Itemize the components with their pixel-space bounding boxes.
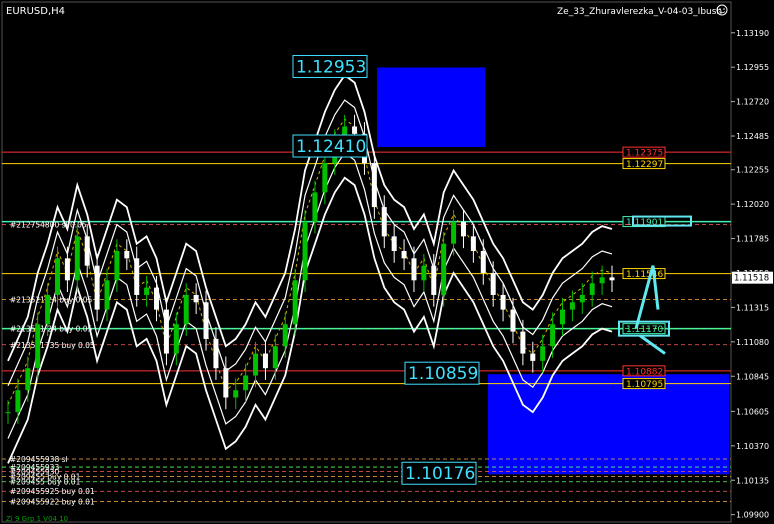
candle-body-1 — [15, 390, 21, 413]
level-tag-text-5: 1.10882 — [626, 367, 663, 377]
price-axis: 1.13190 1.12955 1.12720 1.12485 1.12255 1.120… — [731, 29, 773, 520]
price-chart[interactable]: 1.123751.122971.119011.115461.111701.108… — [0, 0, 774, 524]
candle-body-25 — [253, 353, 259, 376]
candle-body-43 — [431, 265, 437, 295]
candle-body-55 — [550, 324, 556, 347]
y-tick-label-1: 1.12955 — [736, 63, 769, 72]
candle-body-48 — [480, 251, 486, 273]
candle-body-46 — [460, 221, 466, 237]
candle-body-35 — [352, 126, 358, 134]
y-tick-label-0: 1.13190 — [736, 29, 769, 38]
y-tick-label-5: 1.12020 — [736, 200, 769, 209]
candle-body-51 — [510, 309, 516, 332]
candle-body-32 — [322, 163, 328, 193]
y-tick-label-13: 1.10135 — [736, 476, 769, 485]
candle-body-29 — [292, 280, 298, 325]
candle-body-3 — [35, 324, 41, 369]
y-tick-label-10: 1.10845 — [736, 372, 769, 381]
symbol-label: EURUSD,H4 — [6, 6, 65, 17]
order-label-8: #209455 buy 0.01 — [10, 478, 81, 487]
zone-1 — [488, 374, 729, 475]
candle-body-15 — [154, 287, 160, 310]
candle-body-24 — [243, 375, 249, 391]
candle-body-9 — [94, 265, 100, 310]
y-tick-label-2: 1.12720 — [736, 98, 769, 107]
big-label-text-2: 1.10859 — [408, 364, 478, 384]
candle-body-44 — [441, 243, 447, 295]
candle-body-21 — [213, 338, 219, 369]
candle-body-41 — [411, 258, 417, 281]
candle-body-17 — [173, 324, 179, 354]
candle-body-4 — [45, 294, 51, 325]
order-label-9: #209455925 buy 0.01 — [10, 487, 95, 496]
candle-body-49 — [490, 272, 496, 295]
y-tick-label-4: 1.12255 — [736, 166, 769, 175]
candle-body-22 — [223, 368, 229, 398]
level-tag-text-4: 1.11170 — [626, 325, 663, 335]
candle-body-16 — [163, 309, 169, 354]
y-tick-label-6: 1.11785 — [736, 235, 769, 244]
big-label-text-0: 1.12953 — [296, 57, 366, 77]
zone-0 — [377, 67, 485, 148]
candle-body-39 — [391, 236, 397, 252]
y-tick-label-3: 1.12485 — [736, 132, 769, 141]
candle-body-60 — [599, 277, 605, 284]
candle-body-40 — [401, 251, 407, 259]
y-tick-label-11: 1.10605 — [736, 407, 769, 416]
candle-body-37 — [371, 163, 377, 208]
candle-body-26 — [262, 353, 268, 369]
level-tag-text-6: 1.10795 — [626, 380, 663, 390]
y-tick-label-8: 1.11315 — [736, 303, 769, 312]
candle-body-45 — [451, 221, 457, 244]
candle-body-14 — [144, 287, 150, 295]
candle-body-27 — [272, 346, 278, 369]
candle-body-5 — [55, 258, 61, 295]
candle-body-23 — [233, 390, 239, 398]
candle-body-58 — [579, 294, 585, 303]
level-tag-text-1: 1.12297 — [626, 160, 663, 170]
candle-body-42 — [421, 265, 427, 281]
candle-body-7 — [74, 236, 80, 281]
candle-body-47 — [470, 236, 476, 252]
candle-body-53 — [530, 353, 536, 361]
candle-body-12 — [124, 251, 130, 259]
candle-body-11 — [114, 251, 120, 281]
candle-body-20 — [203, 302, 209, 339]
candle-body-50 — [500, 294, 506, 310]
candle-body-28 — [282, 324, 288, 347]
candle-body-10 — [104, 280, 110, 310]
order-label-0: #212754800 sl 0.05 — [10, 221, 87, 230]
big-label-text-1: 1.12410 — [296, 137, 366, 157]
order-label-3: #213521735 buy 0.05 — [10, 341, 95, 350]
candle-body-18 — [183, 294, 189, 325]
candle-body-52 — [520, 331, 526, 354]
candle-body-13 — [134, 258, 140, 295]
y-tick-label-9: 1.11080 — [736, 338, 769, 347]
candle-body-30 — [302, 221, 308, 281]
big-label-text-3: 1.10176 — [405, 464, 475, 484]
y-tick-label-14: 1.09900 — [736, 511, 769, 520]
candle-body-59 — [589, 283, 595, 295]
level-tag-text-0: 1.12375 — [626, 149, 663, 159]
candle-body-6 — [64, 258, 70, 281]
candle-body-2 — [25, 368, 31, 391]
candle-body-38 — [381, 207, 387, 237]
level-tag-text-3: 1.11546 — [626, 270, 663, 280]
current-price-text: 1.11518 — [734, 274, 769, 284]
candle-body-56 — [559, 309, 565, 325]
indicator-title: Ze_33_Zhuravlerezka_V-04-03_Ibush — [557, 7, 722, 17]
order-label-10: #209455922 buy 0.01 — [10, 497, 95, 506]
y-tick-label-12: 1.10370 — [736, 442, 769, 451]
candle-body-0 — [5, 412, 11, 414]
candle-body-61 — [609, 277, 615, 281]
candle-body-19 — [193, 294, 199, 303]
candle-body-8 — [84, 236, 90, 266]
footer-indicator: Zi 9 Grp 1 V04 10 — [6, 515, 68, 523]
candle-body-57 — [569, 302, 575, 310]
candle-body-31 — [312, 192, 318, 222]
candle-body-54 — [540, 346, 546, 361]
